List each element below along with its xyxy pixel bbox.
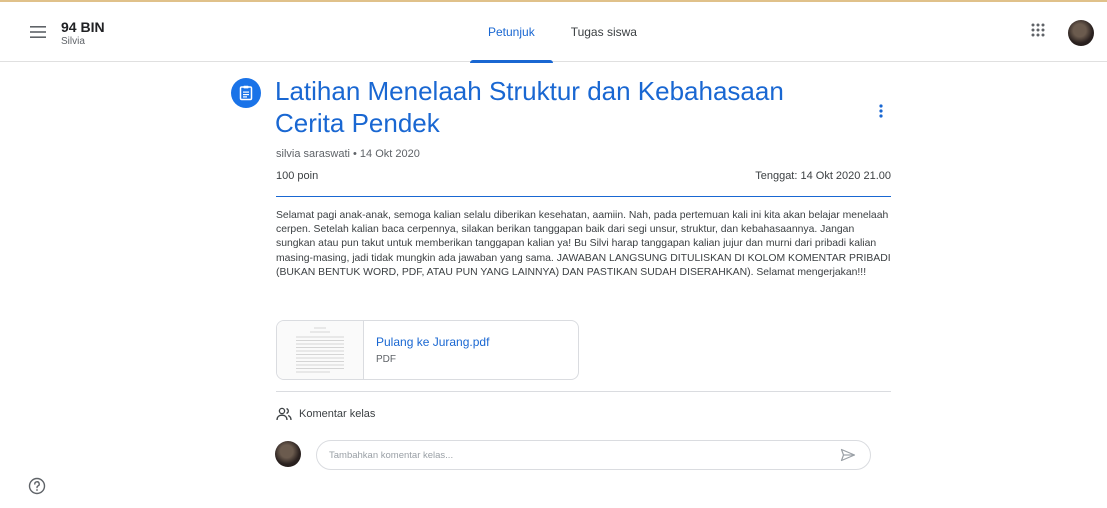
- class-comments-label: Komentar kelas: [299, 408, 376, 420]
- class-section: Silvia: [61, 36, 85, 47]
- assignment-description: Selamat pagi anak-anak, semoga kalian se…: [276, 210, 891, 278]
- class-name: 94 BIN: [61, 19, 105, 35]
- people-icon: [276, 407, 292, 421]
- tab-bar: Petunjuk Tugas siswa: [470, 2, 655, 63]
- hamburger-icon[interactable]: [26, 20, 50, 44]
- attachment-thumbnail: [277, 321, 364, 379]
- class-comments-header: Komentar kelas: [276, 407, 375, 421]
- assignment-due-date: Tenggat: 14 Okt 2020 21.00: [755, 170, 891, 182]
- class-info[interactable]: 94 BIN Silvia: [61, 19, 105, 48]
- comments-divider: [276, 391, 891, 392]
- commenter-avatar: [275, 441, 301, 467]
- assignment-title: Latihan Menelaah Struktur dan Kebahasaan…: [275, 76, 784, 138]
- class-comment-input[interactable]: [329, 449, 838, 461]
- assignment-author-date: silvia saraswati • 14 Okt 2020: [276, 148, 420, 160]
- assignment-icon: [231, 78, 261, 108]
- attachment-filename[interactable]: Pulang ke Jurang.pdf: [376, 335, 489, 349]
- tab-tugas-siswa[interactable]: Tugas siswa: [553, 2, 655, 62]
- more-vert-icon[interactable]: [871, 101, 891, 121]
- account-avatar[interactable]: [1068, 20, 1094, 46]
- assignment-points: 100 poin: [276, 170, 319, 182]
- top-app-bar: 94 BIN Silvia Petunjuk Tugas siswa: [0, 2, 1107, 63]
- send-icon[interactable]: [838, 445, 858, 465]
- comment-box: [316, 440, 871, 470]
- header-divider: [276, 196, 891, 197]
- apps-grid-icon[interactable]: [1031, 23, 1049, 41]
- attachment-info: Pulang ke Jurang.pdf PDF: [364, 321, 489, 379]
- help-icon[interactable]: [28, 477, 46, 495]
- tab-petunjuk[interactable]: Petunjuk: [470, 2, 553, 63]
- attachment-type: PDF: [376, 354, 396, 365]
- attachment-card[interactable]: Pulang ke Jurang.pdf PDF: [276, 320, 579, 380]
